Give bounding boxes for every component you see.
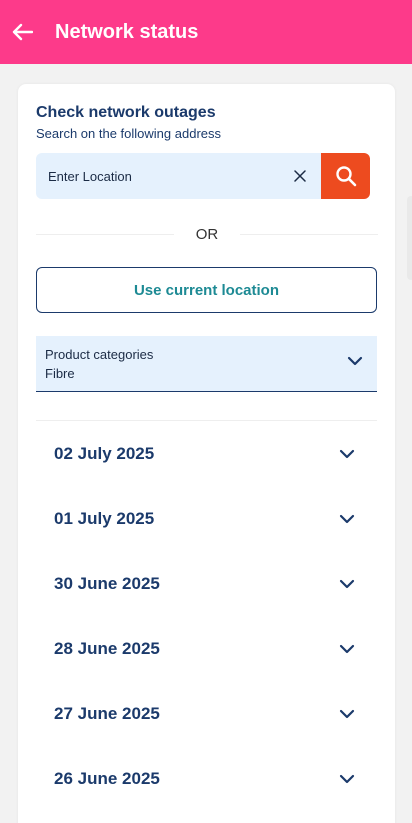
date-label: 02 July 2025 (54, 443, 155, 463)
side-tab-handle[interactable] (407, 196, 412, 280)
date-accordion-item[interactable]: 02 July 2025 (36, 421, 377, 486)
chevron-down-icon (339, 579, 355, 588)
close-icon (294, 170, 306, 182)
select-label: Product categories (45, 347, 154, 362)
chevron-down-icon (339, 644, 355, 653)
clear-button[interactable] (279, 153, 321, 199)
date-accordion-item[interactable]: 28 June 2025 (36, 616, 377, 681)
date-accordion-item[interactable]: 26 June 2025 (36, 746, 377, 811)
chevron-down-icon (339, 514, 355, 523)
date-label: 26 June 2025 (54, 768, 160, 788)
outage-date-list: 02 July 2025 01 July 2025 30 June 2025 2… (36, 421, 377, 811)
chevron-down-icon (339, 449, 355, 458)
page-title: Network status (55, 20, 199, 43)
location-input[interactable] (48, 168, 279, 184)
divider-line (240, 233, 378, 235)
select-value: Fibre (45, 366, 75, 381)
arrow-left-icon (12, 23, 33, 41)
back-button[interactable] (0, 0, 44, 64)
chevron-down-icon (339, 709, 355, 718)
section-subheading: Search on the following address (36, 126, 222, 141)
network-outage-card: Check network outages Search on the foll… (18, 84, 395, 823)
location-search (36, 153, 370, 199)
or-label: OR (195, 225, 219, 243)
location-field-wrapper (36, 153, 321, 199)
date-accordion-item[interactable]: 30 June 2025 (36, 551, 377, 616)
date-label: 01 July 2025 (54, 508, 155, 528)
chevron-down-icon (339, 774, 355, 783)
date-accordion-item[interactable]: 27 June 2025 (36, 681, 377, 746)
date-accordion-item[interactable]: 01 July 2025 (36, 486, 377, 551)
date-label: 28 June 2025 (54, 638, 160, 658)
date-label: 30 June 2025 (54, 573, 160, 593)
search-icon (335, 166, 356, 187)
section-heading: Check network outages (36, 104, 216, 121)
product-category-select[interactable]: Product categories Fibre (36, 336, 377, 392)
app-bar: Network status (0, 0, 412, 64)
search-button[interactable] (321, 153, 370, 199)
date-label: 27 June 2025 (54, 703, 160, 723)
chevron-down-icon (347, 356, 363, 366)
or-divider: OR (36, 222, 378, 246)
use-current-location-button[interactable]: Use current location (36, 267, 377, 313)
divider-line (36, 233, 174, 235)
